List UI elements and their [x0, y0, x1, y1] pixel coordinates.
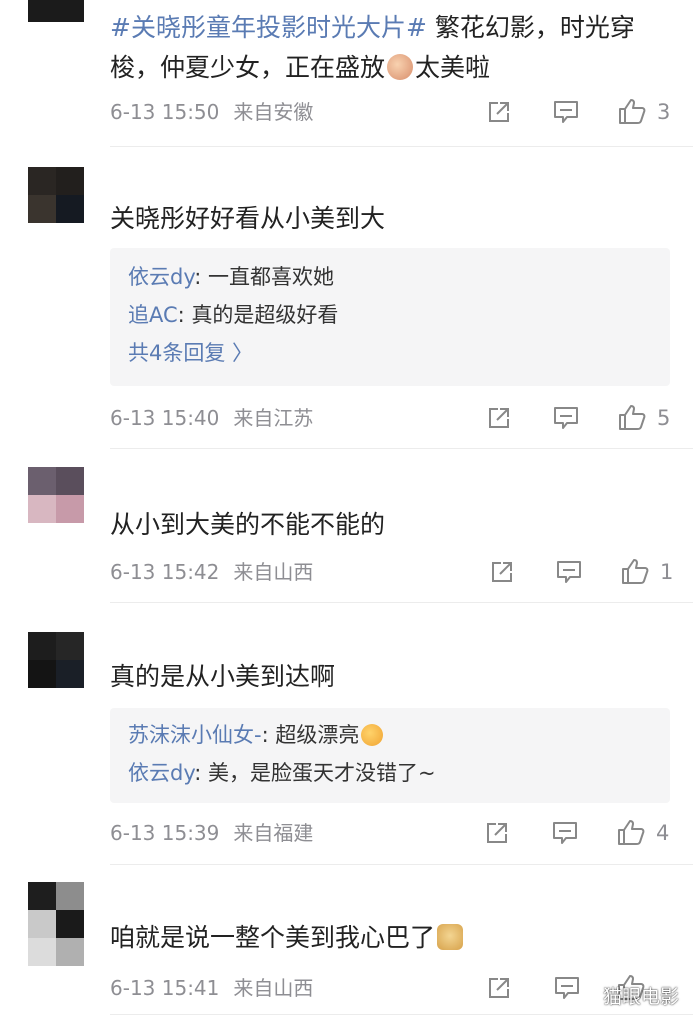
timestamp: 6-13 15:39 [110, 821, 220, 845]
avatar[interactable] [28, 632, 84, 688]
divider [110, 1014, 693, 1015]
like-icon [622, 559, 649, 584]
like-count: 4 [656, 821, 670, 845]
comment-text: #关晓彤童年投影时光大片# 繁花幻影，时光穿梭，仲夏少女，正在盛放 太美啦 [110, 13, 635, 82]
comment-button[interactable] [552, 557, 586, 587]
reply-username[interactable]: 苏沫沫小仙女- [128, 723, 262, 747]
comment-meta: 6-13 15:39 来自福建 [110, 818, 327, 848]
comment-icon [557, 561, 581, 583]
comment-button[interactable] [549, 97, 583, 127]
reply-box[interactable]: 苏沫沫小仙女-: 超级漂亮 依云dy: 美，是脸蛋天才没错了~ [110, 708, 670, 803]
divider [110, 146, 693, 147]
share-icon [489, 102, 509, 122]
avatar[interactable] [28, 0, 84, 22]
like-button[interactable] [615, 96, 649, 126]
more-replies-link[interactable]: 共4条回复 〉 [128, 334, 652, 372]
share-icon [492, 562, 512, 582]
reply-item: 苏沫沫小仙女-: 超级漂亮 [128, 716, 652, 754]
location: 来自山西 [233, 976, 314, 1000]
like-icon [618, 820, 645, 845]
share-button[interactable] [485, 557, 519, 587]
share-button[interactable] [482, 973, 516, 1003]
like-count: 3 [657, 100, 671, 124]
comment-text: 从小到大美的不能不能的 [110, 510, 386, 539]
share-button[interactable] [482, 403, 516, 433]
comment-text: 咱就是说一整个美到我心巴了 [110, 918, 669, 958]
comment-text: 关晓彤好好看从小美到大 [110, 204, 386, 233]
comment-icon [553, 822, 577, 844]
doge-emoji-icon [437, 924, 464, 950]
share-button[interactable] [480, 818, 514, 848]
reply-item: 依云dy: 美，是脸蛋天才没错了~ [128, 761, 436, 785]
timestamp: 6-13 15:40 [110, 406, 220, 430]
avatar[interactable] [28, 882, 84, 966]
smiley-emoji-icon [387, 54, 414, 80]
share-icon [489, 978, 509, 998]
comment-button[interactable] [548, 818, 582, 848]
location: 来自安徽 [233, 100, 314, 124]
like-button[interactable] [614, 817, 648, 847]
reply-item: 追AC: 真的是超级好看 [128, 303, 339, 327]
share-button[interactable] [482, 97, 516, 127]
divider [110, 448, 693, 449]
heart-eyes-emoji-icon [361, 724, 384, 746]
comment-meta: 6-13 15:41 来自山西 [110, 973, 327, 1003]
avatar[interactable] [28, 167, 84, 223]
location: 来自山西 [233, 560, 314, 584]
like-icon [619, 99, 646, 124]
comment-meta: 6-13 15:50 来自安徽 [110, 97, 327, 127]
avatar[interactable] [28, 467, 84, 523]
share-icon [489, 408, 509, 428]
reply-username[interactable]: 依云dy [128, 265, 194, 289]
share-icon [487, 823, 507, 843]
hashtag-link[interactable]: #关晓彤童年投影时光大片# [110, 13, 427, 42]
timestamp: 6-13 15:41 [110, 976, 220, 1000]
reply-item: 依云dy: 一直都喜欢她 [128, 265, 334, 289]
location: 来自江苏 [233, 406, 314, 430]
reply-username[interactable]: 依云dy [128, 761, 194, 785]
watermark: 猫眼电影 [602, 986, 679, 1008]
like-button[interactable] [618, 556, 652, 586]
comment-icon [555, 977, 579, 999]
comment-button[interactable] [550, 973, 584, 1003]
comment-icon [554, 101, 578, 123]
comment-meta: 6-13 15:42 来自山西 [110, 557, 327, 587]
reply-box[interactable]: 依云dy: 一直都喜欢她 追AC: 真的是超级好看 共4条回复 〉 [110, 248, 670, 386]
timestamp: 6-13 15:50 [110, 100, 220, 124]
comment-meta: 6-13 15:40 来自江苏 [110, 403, 327, 433]
divider [110, 864, 693, 865]
like-count: 5 [657, 406, 671, 430]
like-count: 1 [660, 560, 674, 584]
comment-button[interactable] [549, 403, 583, 433]
comment-text: 真的是从小美到达啊 [110, 662, 336, 691]
timestamp: 6-13 15:42 [110, 560, 220, 584]
reply-username[interactable]: 追AC [128, 303, 178, 327]
divider [110, 602, 693, 603]
location: 来自福建 [233, 821, 314, 845]
like-button[interactable] [615, 402, 649, 432]
comment-icon [554, 407, 578, 429]
like-icon [619, 405, 646, 430]
